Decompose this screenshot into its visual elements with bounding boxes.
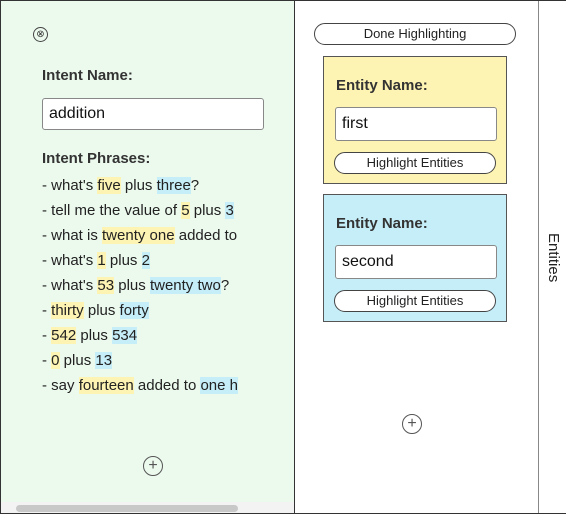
entity-highlight-first: twenty one (102, 227, 175, 244)
intent-phrase[interactable]: - say fourteen added to one h (42, 373, 294, 398)
phrase-text: - (42, 327, 52, 344)
phrase-text: plus (105, 252, 142, 269)
entity-highlight-first: 1 (97, 252, 106, 269)
phrase-text: added to (174, 227, 238, 244)
phrase-text: - (42, 302, 52, 319)
phrase-text: - what's (42, 277, 98, 294)
entities-tab-label: Entities (545, 233, 562, 283)
entity-card-second: Entity Name: second Highlight Entities (323, 194, 507, 322)
intent-phrase[interactable]: - what's 1 plus 2 (42, 248, 294, 273)
phrase-text: plus (59, 352, 96, 369)
entity-highlight-first: 0 (51, 352, 60, 369)
intent-phrase[interactable]: - what is twenty one added to (42, 223, 294, 248)
entity-highlight-first: 5 (181, 202, 190, 219)
phrase-text: plus (189, 202, 226, 219)
phrase-text: plus (76, 327, 113, 344)
intent-phrase[interactable]: - what's five plus three? (42, 173, 294, 198)
done-highlighting-button[interactable]: Done Highlighting (314, 23, 516, 45)
entity-highlight-first: thirty (51, 302, 84, 319)
highlight-entities-button[interactable]: Highlight Entities (334, 290, 496, 312)
phrase-text: - (42, 352, 52, 369)
intent-phrase[interactable]: - thirty plus forty (42, 298, 294, 323)
entity-highlight-second: one h (200, 377, 239, 394)
horizontal-scrollbar-thumb[interactable] (16, 505, 238, 512)
entity-highlight-first: 542 (51, 327, 77, 344)
close-icon[interactable]: ⊗ (33, 27, 48, 42)
phrase-text: plus (114, 277, 150, 294)
entity-highlight-second: three (156, 177, 191, 194)
phrase-text: ? (190, 177, 200, 194)
phrase-text: ? (220, 277, 230, 294)
phrase-text: plus (83, 302, 120, 319)
phrase-text: added to (133, 377, 201, 394)
phrase-text: - what's (42, 177, 98, 194)
entity-name-input[interactable]: second (335, 245, 497, 279)
entity-highlight-second: 13 (95, 352, 113, 369)
entity-name-input[interactable]: first (335, 107, 497, 141)
entities-tab[interactable]: Entities (539, 1, 566, 513)
entity-highlight-first: fourteen (78, 377, 134, 394)
intent-phrase[interactable]: - what's 53 plus twenty two? (42, 273, 294, 298)
add-phrase-icon[interactable]: + (143, 456, 163, 476)
highlight-entities-button[interactable]: Highlight Entities (334, 152, 496, 174)
entity-highlight-second: 2 (141, 252, 150, 269)
intent-phrase[interactable]: - 542 plus 534 (42, 323, 294, 348)
intent-panel: ⊗ Intent Name: addition Intent Phrases: … (1, 1, 294, 513)
entity-highlight-second: 3 (225, 202, 234, 219)
entity-highlight-first: 53 (97, 277, 115, 294)
entity-name-label: Entity Name: (336, 215, 428, 232)
entity-highlight-second: forty (119, 302, 149, 319)
entity-highlight-first: five (97, 177, 121, 194)
entity-highlight-second: twenty two (149, 277, 221, 294)
phrase-text: - what is (42, 227, 103, 244)
entity-name-label: Entity Name: (336, 77, 428, 94)
intent-phrases-label: Intent Phrases: (42, 150, 151, 167)
add-entity-icon[interactable]: + (402, 414, 422, 434)
entity-column: Done Highlighting Entity Name: first Hig… (295, 1, 538, 513)
entity-highlight-second: 534 (112, 327, 138, 344)
intent-name-label: Intent Name: (42, 67, 133, 84)
entity-card-first: Entity Name: first Highlight Entities (323, 56, 507, 184)
intent-phrase[interactable]: - 0 plus 13 (42, 348, 294, 373)
phrase-text: plus (120, 177, 157, 194)
intent-name-input[interactable]: addition (42, 98, 264, 130)
intent-phrase[interactable]: - tell me the value of 5 plus 3 (42, 198, 294, 223)
phrase-text: - say (42, 377, 79, 394)
phrase-text: - what's (42, 252, 98, 269)
phrase-text: - tell me the value of (42, 202, 182, 219)
intent-phrases-list: - what's five plus three? - tell me the v… (42, 173, 294, 398)
